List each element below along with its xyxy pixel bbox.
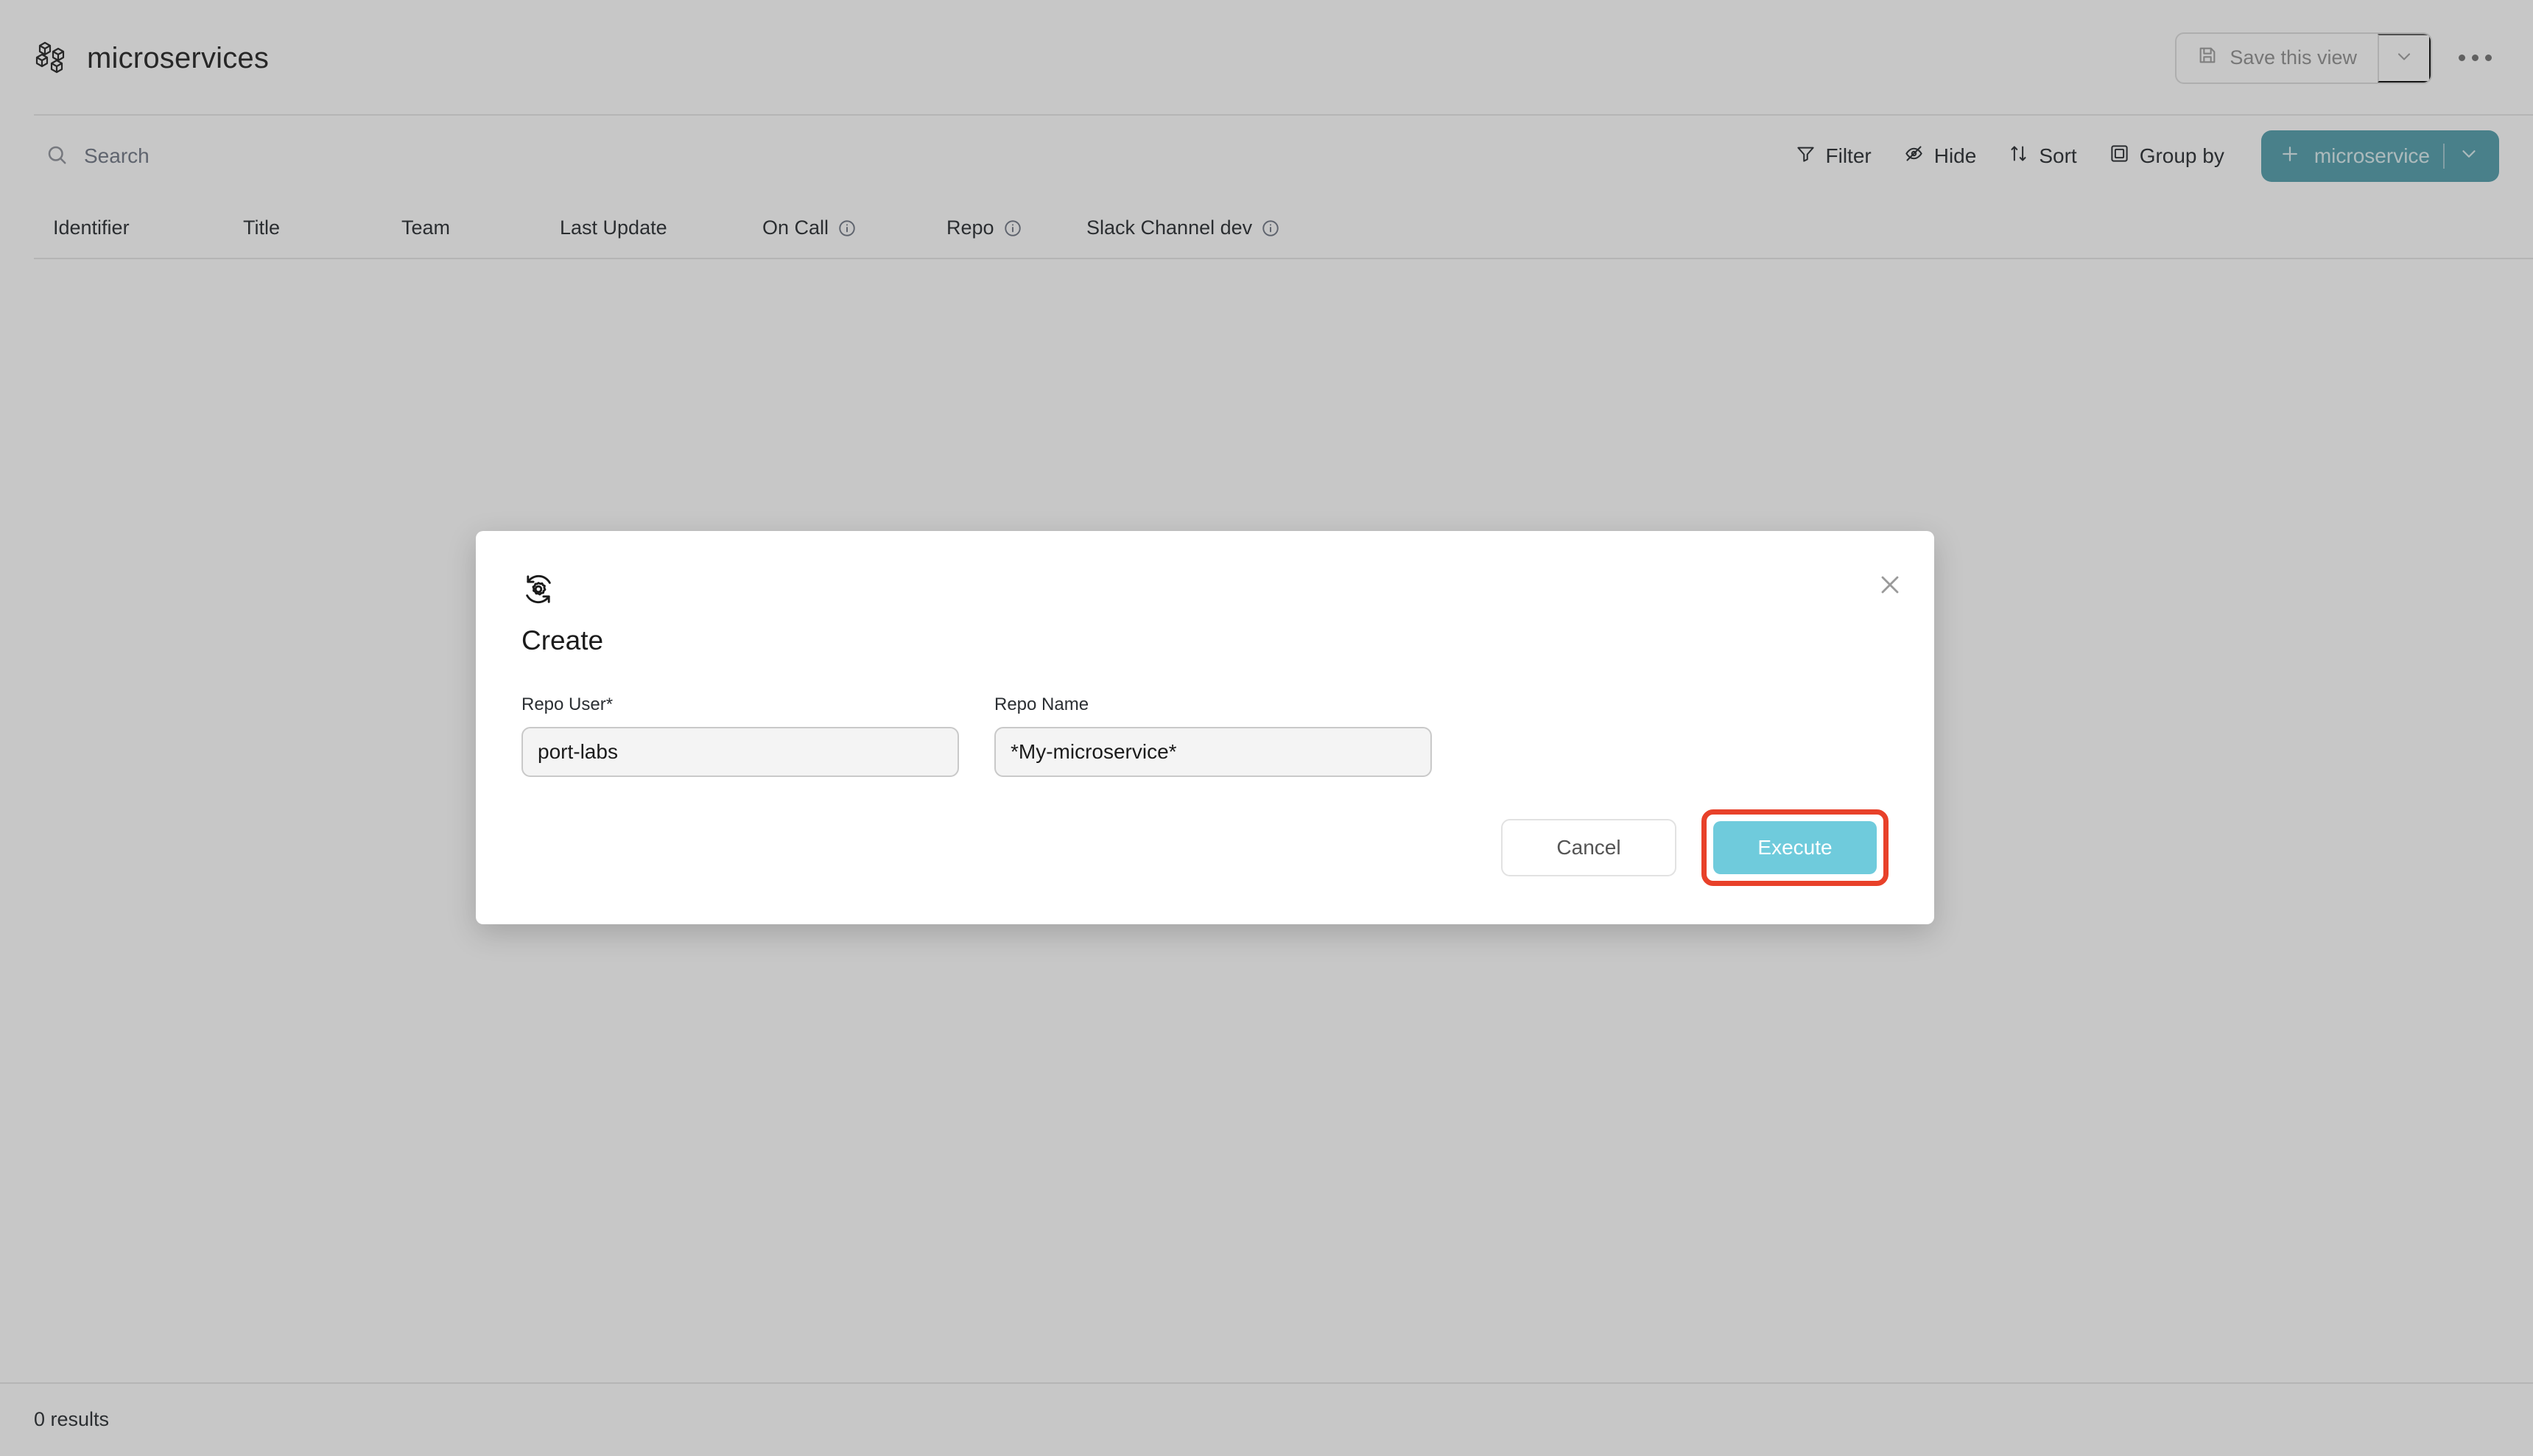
- execute-highlight-annotation: Execute: [1701, 809, 1889, 886]
- close-icon: [1875, 570, 1905, 603]
- repo-name-input[interactable]: [994, 727, 1432, 777]
- field-label: Repo User*: [521, 694, 614, 714]
- field-repo-user: Repo User*: [521, 694, 959, 777]
- execute-button[interactable]: Execute: [1713, 821, 1877, 874]
- field-repo-name: Repo Name: [994, 694, 1432, 777]
- modal-title: Create: [521, 625, 604, 655]
- modal-actions: Cancel Execute: [1501, 809, 1889, 886]
- cancel-button[interactable]: Cancel: [1501, 819, 1676, 876]
- close-modal-button[interactable]: [1872, 569, 1908, 604]
- modal-fields: Repo User* Repo Name: [521, 694, 1889, 777]
- gear-refresh-icon: [521, 572, 555, 606]
- repo-user-input[interactable]: [521, 727, 959, 777]
- create-action-modal: Create Repo User* Repo Name Cancel Execu…: [476, 531, 1934, 924]
- field-label: Repo Name: [994, 694, 1089, 714]
